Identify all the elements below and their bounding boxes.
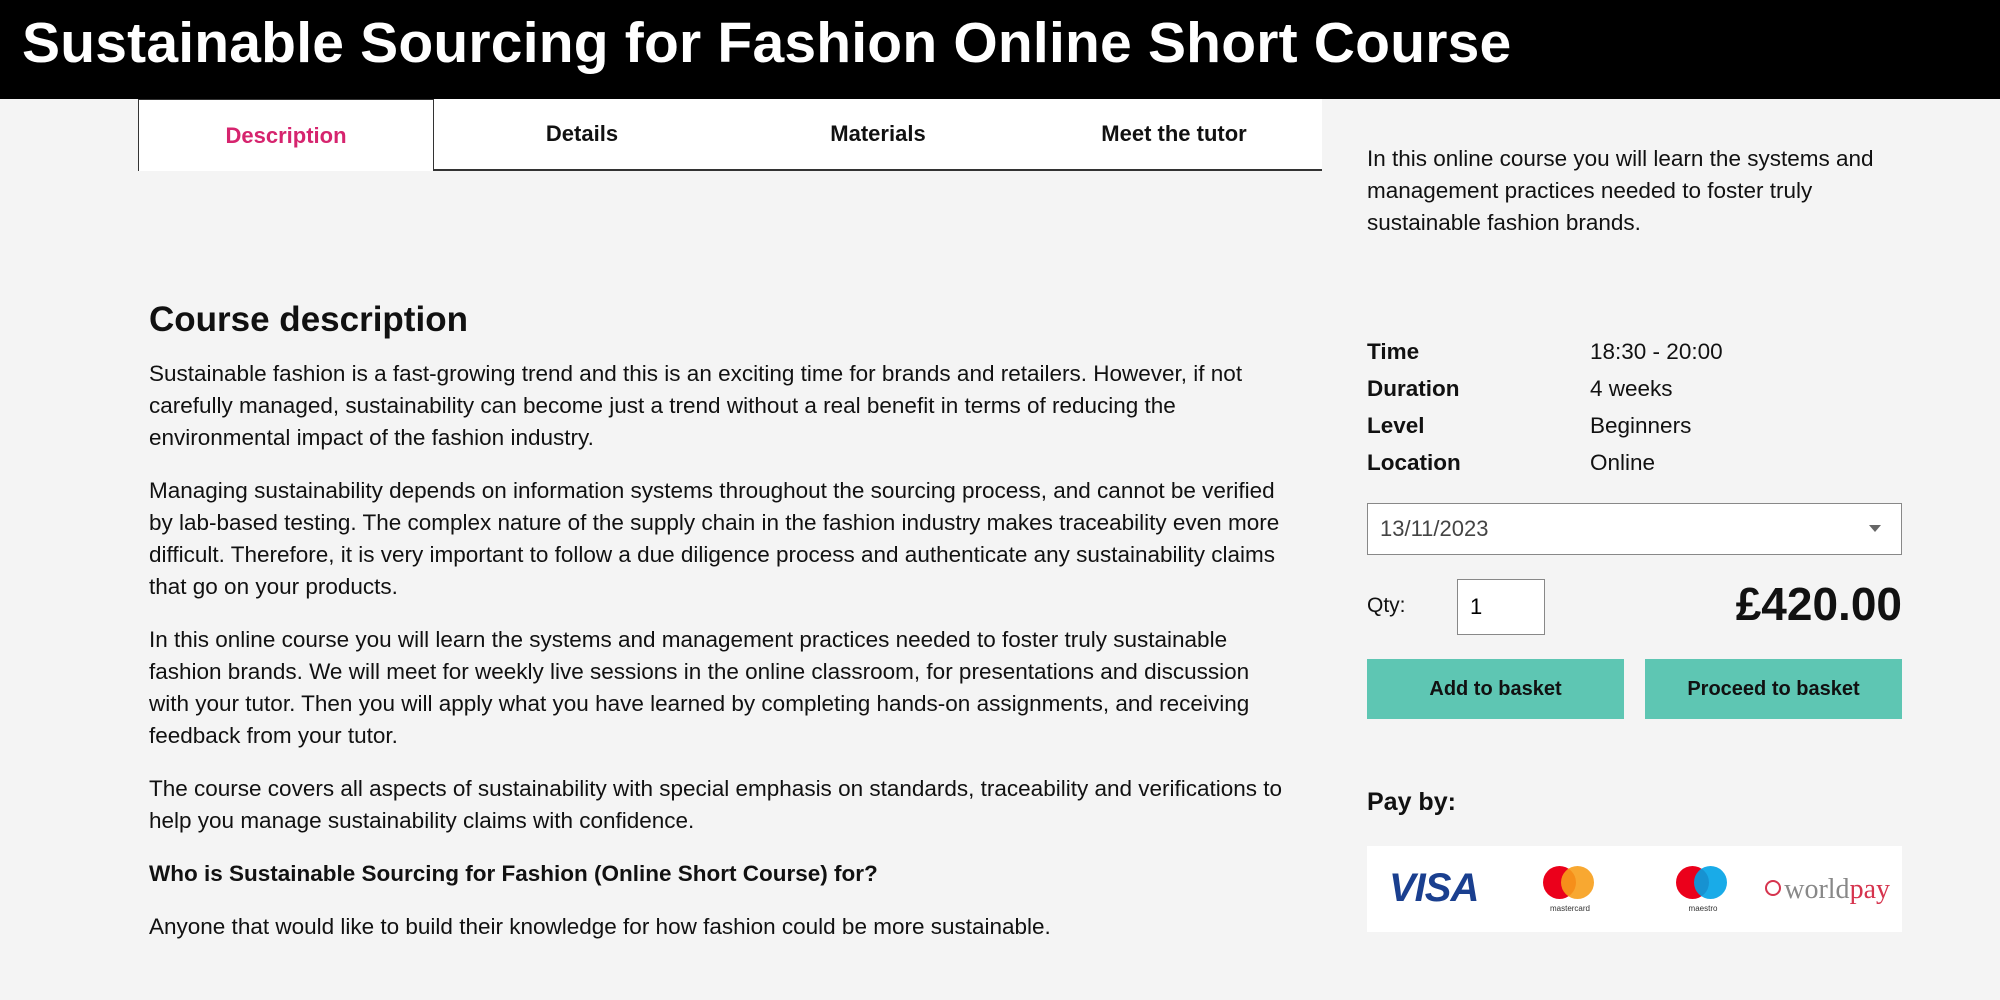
qty-input[interactable] [1457, 579, 1545, 635]
audience-paragraph: Anyone that would like to build their kn… [149, 914, 1051, 939]
fact-label: Time [1367, 338, 1420, 364]
payment-logos: VISA mastercard maestro worldpay [1367, 846, 1902, 932]
fact-value: 18:30 - 20:00 [1590, 338, 1723, 364]
course-summary: In this online course you will learn the… [1367, 146, 1874, 235]
fact-level: Level Beginners [1367, 407, 1902, 444]
fact-value: 4 weeks [1590, 375, 1673, 401]
fact-label: Location [1367, 449, 1461, 475]
fact-label: Duration [1367, 375, 1460, 401]
page-title: Sustainable Sourcing for Fashion Online … [22, 11, 1512, 75]
fact-time: Time 18:30 - 20:00 [1367, 333, 1902, 370]
tab-materials[interactable]: Materials [730, 99, 1026, 169]
tab-description[interactable]: Description [138, 99, 434, 171]
tab-details[interactable]: Details [434, 99, 730, 169]
date-select[interactable]: 13/11/2023 [1367, 503, 1902, 555]
fact-label: Level [1367, 412, 1425, 438]
fact-duration: Duration 4 weeks [1367, 370, 1902, 407]
add-to-basket-button[interactable]: Add to basket [1367, 659, 1624, 719]
course-facts: Time 18:30 - 20:00 Duration 4 weeks Leve… [1367, 333, 1902, 481]
audience-heading: Who is Sustainable Sourcing for Fashion … [149, 861, 878, 886]
fact-value: Online [1590, 449, 1656, 475]
proceed-to-basket-button[interactable]: Proceed to basket [1645, 659, 1902, 719]
description-paragraph: Sustainable fashion is a fast-growing tr… [149, 361, 1243, 450]
price: £420.00 [1735, 578, 1902, 630]
qty-label: Qty: [1367, 594, 1406, 617]
course-description-section: Course description Sustainable fashion i… [149, 300, 1294, 964]
date-selected-value: 13/11/2023 [1380, 516, 1489, 541]
worldpay-mark-icon [1765, 880, 1781, 896]
fact-location: Location Online [1367, 444, 1902, 481]
page-header: Sustainable Sourcing for Fashion Online … [0, 0, 2000, 99]
tab-group: Details Materials Meet the tutor [434, 99, 1322, 169]
maestro-caption: maestro [1688, 904, 1718, 913]
visa-logo-icon: VISA [1389, 866, 1479, 910]
description-paragraph: Managing sustainability depends on infor… [149, 478, 1280, 599]
description-paragraph: In this online course you will learn the… [149, 627, 1250, 748]
description-paragraph: The course covers all aspects of sustain… [149, 776, 1283, 833]
section-heading: Course description [149, 300, 468, 339]
tab-meet-the-tutor[interactable]: Meet the tutor [1026, 99, 1322, 169]
pay-by-heading: Pay by: [1367, 788, 1456, 816]
mastercard-logo-icon: mastercard [1540, 866, 1600, 920]
tab-bar: Description Details Materials Meet the t… [138, 99, 1322, 171]
fact-value: Beginners [1590, 412, 1692, 438]
mastercard-caption: mastercard [1549, 904, 1590, 913]
maestro-logo-icon: maestro [1673, 866, 1733, 920]
worldpay-logo-icon: worldpay [1784, 874, 1890, 905]
chevron-down-icon [1869, 525, 1881, 532]
